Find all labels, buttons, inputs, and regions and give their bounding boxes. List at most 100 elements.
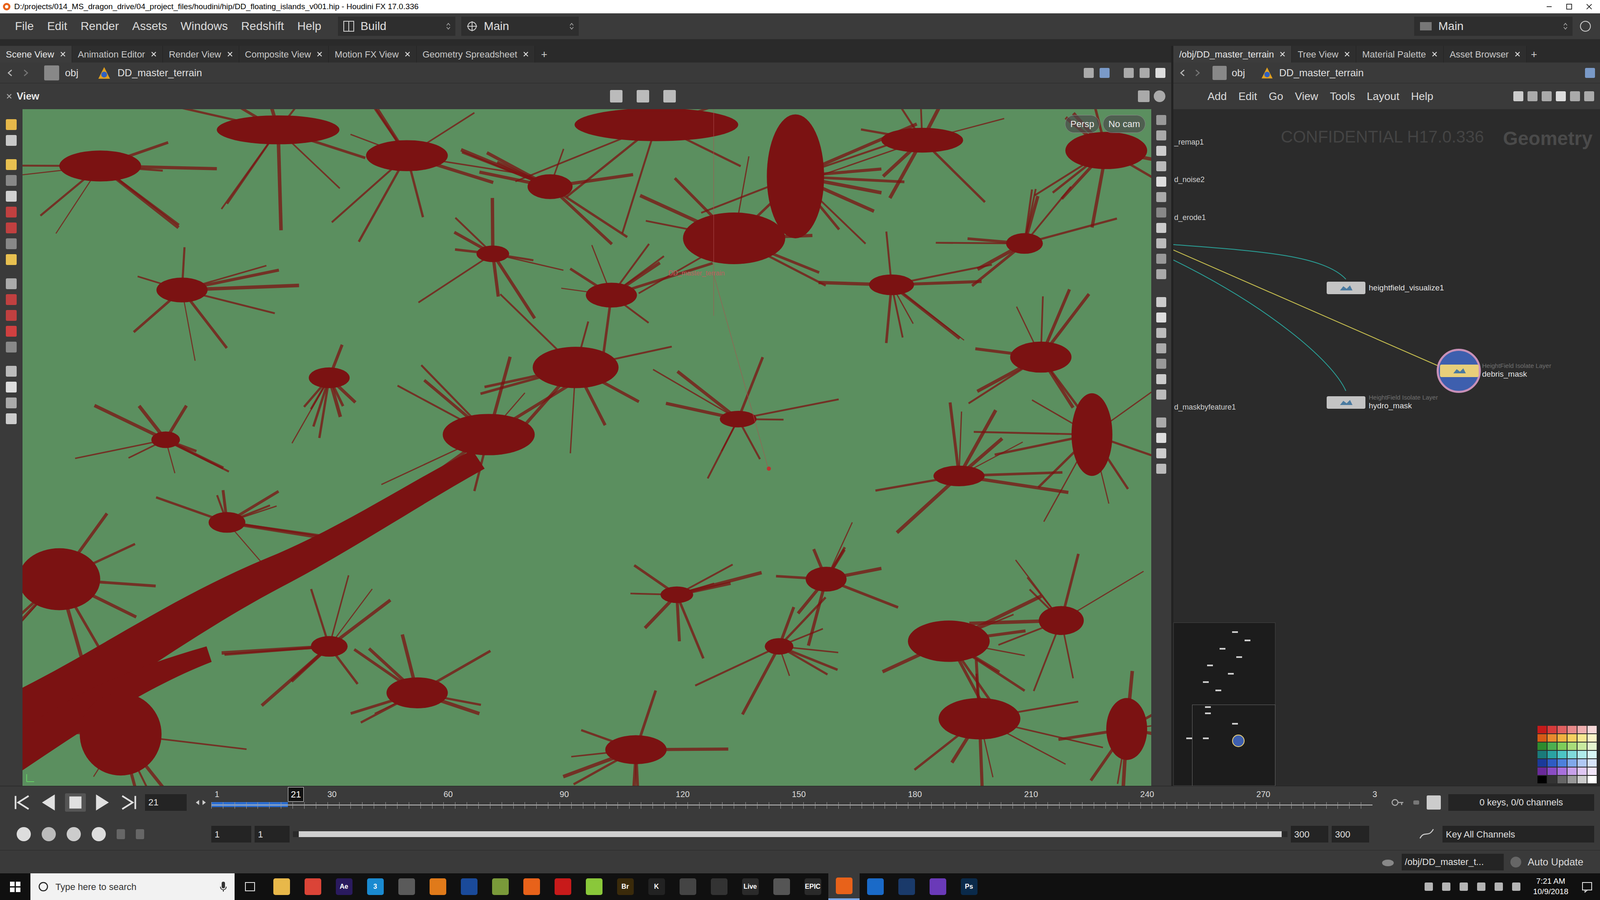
taskbar-app[interactable]	[765, 873, 798, 900]
taskbar-app[interactable]	[703, 873, 735, 900]
palette-swatch[interactable]	[1537, 750, 1547, 759]
tool-icon[interactable]	[5, 397, 17, 409]
display-tool-icon[interactable]	[1156, 238, 1167, 249]
tool-icon[interactable]	[5, 206, 17, 218]
snap-icon[interactable]	[663, 90, 676, 103]
context-dropdown[interactable]: Main	[461, 16, 579, 36]
node-name[interactable]: hydro_mask	[1368, 401, 1438, 411]
display-tool-icon[interactable]	[1156, 312, 1167, 323]
taskbar-app[interactable]	[828, 873, 860, 900]
realtime-icon[interactable]	[16, 827, 31, 842]
menu-item[interactable]: Render	[73, 17, 126, 35]
palette-swatch[interactable]	[1567, 775, 1577, 784]
close-icon[interactable]	[150, 51, 157, 58]
camera-button[interactable]: Persp	[1065, 115, 1100, 133]
display-tool-icon[interactable]	[1156, 343, 1167, 354]
maximize-pane-icon[interactable]	[1155, 67, 1166, 78]
taskbar-app[interactable]: Br	[609, 873, 641, 900]
display-tool-icon[interactable]	[1156, 253, 1167, 264]
close-icon[interactable]	[1514, 51, 1521, 58]
network-menu-item[interactable]: Go	[1262, 88, 1290, 105]
palette-swatch[interactable]	[1577, 742, 1587, 750]
path-root[interactable]: obj	[65, 65, 79, 81]
taskbar-app[interactable]	[515, 873, 548, 900]
menu-item[interactable]: Redshift	[234, 17, 291, 35]
minimize-icon[interactable]	[1540, 2, 1558, 11]
pane-tab[interactable]: Composite View	[239, 45, 330, 63]
palette-swatch[interactable]	[1567, 750, 1577, 759]
palette-swatch[interactable]	[1557, 742, 1567, 750]
taskbar-app[interactable]: K	[640, 873, 673, 900]
palette-swatch[interactable]	[1577, 775, 1587, 784]
notifications-icon[interactable]	[1580, 880, 1594, 893]
tool-icon[interactable]	[5, 365, 17, 377]
network-menu-item[interactable]: View	[1289, 88, 1325, 105]
right-desktop-dropdown[interactable]: Main	[1414, 16, 1573, 36]
display-tool-icon[interactable]	[1156, 161, 1167, 172]
display-tool-icon[interactable]	[1156, 374, 1167, 385]
back-icon[interactable]	[1178, 68, 1188, 78]
taskbar-app[interactable]	[422, 873, 454, 900]
desktop-dropdown[interactable]: Build	[337, 16, 456, 36]
display-tool-icon[interactable]	[1156, 176, 1167, 187]
step-forward-icon[interactable]	[135, 829, 145, 840]
palette-swatch[interactable]	[1537, 775, 1547, 784]
tray-icon[interactable]	[1424, 882, 1433, 891]
tool-icon[interactable]	[5, 175, 17, 186]
tray-icon[interactable]	[1477, 882, 1486, 891]
pin-icon[interactable]	[1083, 67, 1094, 78]
pane-tab[interactable]: Asset Browser	[1443, 45, 1527, 63]
network-node[interactable]: heightfield_visualize1	[1326, 281, 1445, 295]
taskbar-app[interactable]: EPIC	[797, 873, 829, 900]
tool-icon[interactable]	[5, 238, 17, 250]
network-canvas[interactable]: CONFIDENTIAL H17.0.336Geometry_remap1d_n…	[1173, 109, 1600, 786]
pane-tab[interactable]: Animation Editor	[72, 45, 163, 63]
playback-icon[interactable]	[38, 793, 60, 812]
start-frame-field[interactable]: 1	[211, 825, 252, 843]
taskbar-app[interactable]	[578, 873, 610, 900]
palette-swatch[interactable]	[1587, 750, 1597, 759]
add-tab-button[interactable]: +	[535, 45, 553, 63]
palette-swatch[interactable]	[1557, 734, 1567, 742]
maximize-icon[interactable]	[1560, 2, 1578, 11]
taskbar-app[interactable]	[484, 873, 516, 900]
palette-swatch[interactable]	[1547, 750, 1557, 759]
network-menu-item[interactable]: Add	[1201, 88, 1233, 105]
menu-item[interactable]: Windows	[173, 17, 235, 35]
palette-swatch[interactable]	[1547, 775, 1557, 784]
tool-icon[interactable]	[5, 310, 17, 321]
taskbar-app[interactable]	[265, 873, 298, 900]
palette-swatch[interactable]	[1567, 767, 1577, 775]
playback-icon[interactable]	[91, 793, 113, 812]
pane-tab[interactable]: Scene View	[0, 45, 73, 63]
network-tool-icon[interactable]	[1541, 91, 1552, 102]
network-tool-icon[interactable]	[1527, 91, 1538, 102]
path-node[interactable]: DD_master_terrain	[1279, 65, 1364, 81]
tray-icon[interactable]	[1512, 882, 1521, 891]
task-view-icon[interactable]	[234, 873, 266, 900]
pane-tab[interactable]: Geometry Spreadsheet	[416, 45, 535, 63]
palette-swatch[interactable]	[1587, 767, 1597, 775]
layout-icon[interactable]	[1123, 67, 1134, 78]
palette-swatch[interactable]	[1577, 734, 1587, 742]
menu-item[interactable]: Help	[290, 17, 329, 35]
status-path-field[interactable]: /obj/DD_master_t...	[1401, 853, 1504, 871]
palette-swatch[interactable]	[1567, 734, 1577, 742]
display-tool-icon[interactable]	[1156, 269, 1167, 280]
menu-item[interactable]: Edit	[40, 17, 74, 35]
palette-swatch[interactable]	[1587, 725, 1597, 734]
range-start-field[interactable]: 1	[254, 825, 290, 843]
taskbar-app[interactable]: Live	[734, 873, 766, 900]
playback-icon[interactable]	[118, 793, 140, 812]
add-tab-button[interactable]: +	[1526, 45, 1542, 63]
network-tool-icon[interactable]	[1570, 91, 1580, 102]
pane-tab[interactable]: Tree View	[1291, 45, 1357, 63]
realtime-icon[interactable]	[41, 827, 56, 842]
pane-tab[interactable]: Material Palette	[1356, 45, 1444, 63]
palette-swatch[interactable]	[1557, 725, 1567, 734]
view-menu-icon[interactable]	[5, 92, 13, 100]
palette-swatch[interactable]	[1587, 759, 1597, 767]
display-tool-icon[interactable]	[1156, 192, 1167, 203]
keys-field[interactable]: 0 keys, 0/0 channels	[1448, 794, 1595, 811]
viewport-canvas[interactable]: DD_master_terrainPerspNo cam	[22, 109, 1152, 786]
